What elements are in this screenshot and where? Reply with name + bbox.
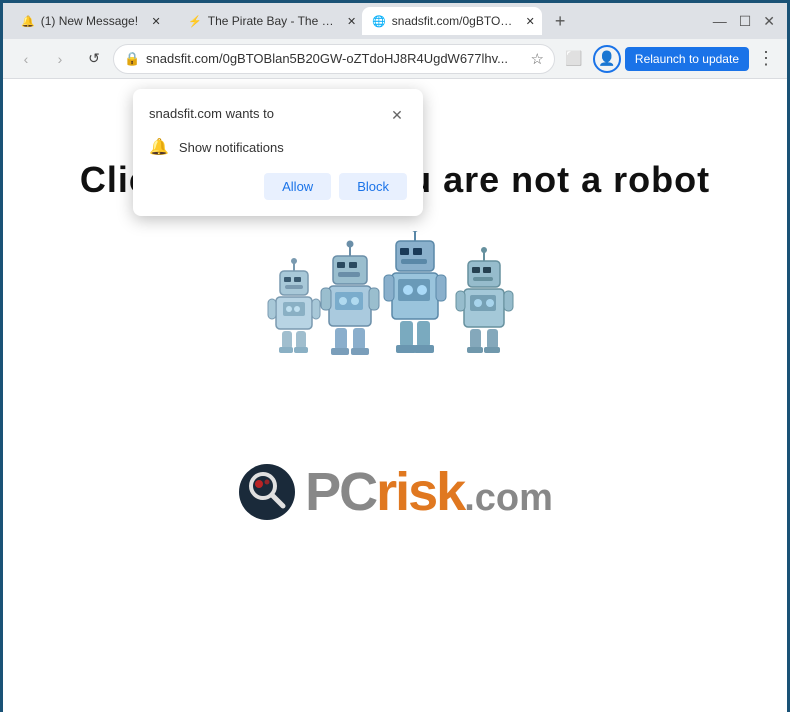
popup-title: snadsfit.com wants to: [149, 105, 274, 123]
tab-1-label: (1) New Message!: [41, 14, 138, 28]
lock-icon: 🔒: [124, 51, 140, 67]
tab-2-label: The Pirate Bay - The …: [208, 14, 334, 28]
forward-button[interactable]: ›: [45, 44, 75, 74]
menu-button[interactable]: ⋮: [753, 48, 779, 69]
maximize-button[interactable]: ☐: [739, 13, 752, 30]
allow-button[interactable]: Allow: [264, 173, 331, 200]
tab-2[interactable]: ⚡ The Pirate Bay - The … ✕: [178, 7, 358, 35]
extensions-button[interactable]: ⬜: [559, 44, 589, 74]
tab-2-icon: ⚡: [188, 15, 202, 28]
browser-content: snadsfit.com wants to ✕ 🔔 Show notificat…: [3, 79, 787, 715]
address-bar[interactable]: 🔒 snadsfit.com/0gBTOBlan5B20GW-oZTdoHJ8R…: [113, 44, 555, 74]
tab-1[interactable]: 🔔 (1) New Message! ✕: [11, 7, 174, 35]
dotcom-text: .com: [464, 477, 553, 519]
close-button[interactable]: ✕: [763, 13, 775, 30]
tab-2-close[interactable]: ✕: [344, 13, 358, 29]
popup-notification-row: 🔔 Show notifications: [149, 137, 407, 157]
url-text: snadsfit.com/0gBTOBlan5B20GW-oZTdoHJ8R4U…: [146, 51, 524, 66]
nav-bar: ‹ › ↺ 🔒 snadsfit.com/0gBTOBlan5B20GW-oZT…: [3, 39, 787, 79]
tab-3-close[interactable]: ✕: [522, 13, 538, 29]
robots-illustration: [250, 231, 540, 361]
bell-icon: 🔔: [149, 137, 169, 157]
pcrisk-icon: [237, 462, 297, 522]
back-button[interactable]: ‹: [11, 44, 41, 74]
popup-close-button[interactable]: ✕: [387, 105, 407, 125]
pc-text: PC: [305, 462, 376, 522]
block-button[interactable]: Block: [339, 173, 407, 200]
risk-text: risk: [376, 462, 464, 522]
tab-3-label: snadsfit.com/0gBTO…: [392, 14, 513, 28]
notification-text: Show notifications: [179, 140, 284, 155]
popup-buttons: Allow Block: [149, 173, 407, 200]
bookmark-icon[interactable]: ☆: [530, 50, 543, 68]
reload-button[interactable]: ↺: [79, 44, 109, 74]
tab-1-close[interactable]: ✕: [148, 13, 164, 29]
popup-header: snadsfit.com wants to ✕: [149, 105, 407, 125]
profile-button[interactable]: 👤: [593, 45, 621, 73]
pcrisk-text: PCrisk.com: [305, 461, 553, 523]
title-bar: 🔔 (1) New Message! ✕ ⚡ The Pirate Bay - …: [3, 3, 787, 39]
window-controls: — ☐ ✕: [713, 13, 779, 30]
permission-popup: snadsfit.com wants to ✕ 🔔 Show notificat…: [133, 89, 423, 216]
nav-right-area: ⬜ 👤 Relaunch to update ⋮: [559, 44, 779, 74]
tab-3-icon: 🌐: [372, 15, 386, 28]
minimize-button[interactable]: —: [713, 13, 727, 29]
add-tab-button[interactable]: +: [546, 7, 574, 35]
tab-1-icon: 🔔: [21, 15, 35, 28]
tab-3[interactable]: 🌐 snadsfit.com/0gBTO… ✕: [362, 7, 542, 35]
pcrisk-logo: PCrisk.com: [237, 461, 553, 523]
relaunch-button[interactable]: Relaunch to update: [625, 47, 749, 71]
